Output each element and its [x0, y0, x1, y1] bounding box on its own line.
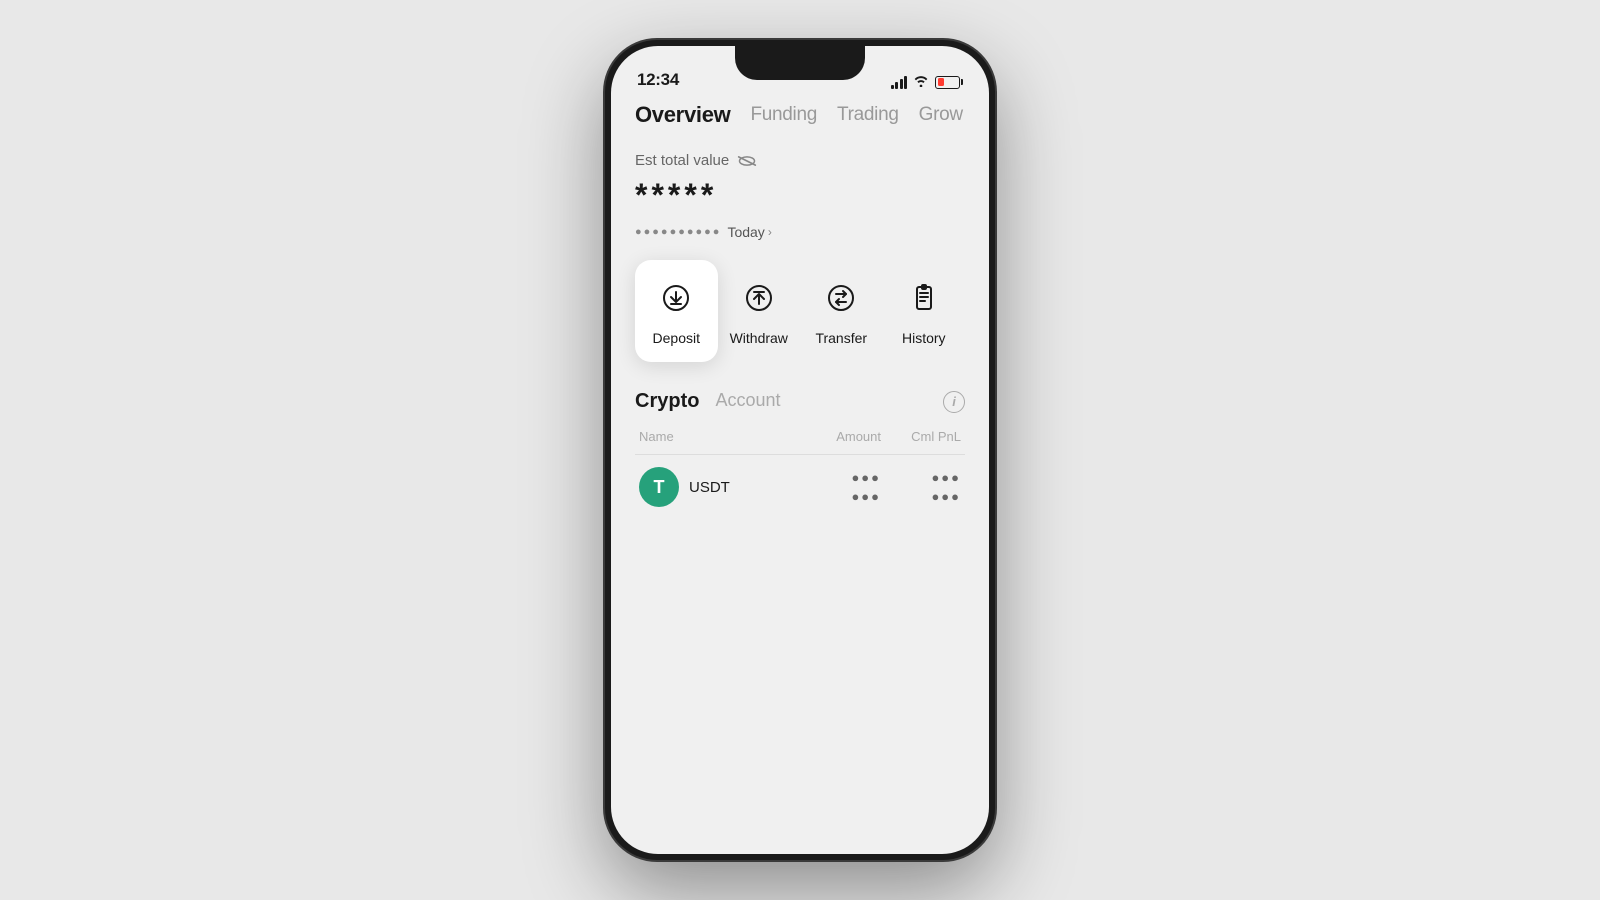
crypto-section: Crypto Account i Name Amount Cml PnL T U… [635, 390, 965, 519]
usdt-pnl-dots: ●●● ●●● [881, 470, 961, 504]
tab-trading[interactable]: Trading [837, 104, 899, 126]
phone-notch [735, 46, 865, 80]
usdt-amount-dots: ●●● ●●● [791, 470, 881, 504]
deposit-button[interactable]: Deposit [635, 260, 718, 362]
tab-crypto[interactable]: Crypto [635, 390, 699, 413]
table-header: Name Amount Cml PnL [635, 429, 965, 455]
withdraw-button[interactable]: Withdraw [718, 260, 801, 362]
est-total-label: Est total value [635, 152, 965, 169]
deposit-label: Deposit [653, 330, 700, 346]
status-time: 12:34 [637, 70, 679, 90]
tab-account[interactable]: Account [715, 390, 780, 413]
col-pnl-header: Cml PnL [881, 429, 961, 444]
tab-funding[interactable]: Funding [750, 104, 817, 126]
history-icon [902, 276, 946, 320]
col-name-header: Name [639, 429, 791, 444]
deposit-icon [654, 276, 698, 320]
today-button[interactable]: Today › [727, 224, 771, 240]
wifi-icon [913, 74, 929, 90]
usdt-name: USDT [689, 479, 730, 496]
withdraw-icon [737, 276, 781, 320]
action-buttons: Deposit Withdraw [635, 260, 965, 362]
transfer-icon [819, 276, 863, 320]
history-button[interactable]: History [883, 260, 966, 362]
signal-icon [891, 76, 908, 89]
table-row[interactable]: T USDT ●●● ●●● ●●● ●●● [635, 455, 965, 519]
tab-overview[interactable]: Overview [635, 102, 730, 128]
transfer-label: Transfer [815, 330, 867, 346]
phone-device: 12:34 [605, 40, 995, 860]
crypto-tab-group: Crypto Account [635, 390, 781, 413]
status-icons [891, 74, 964, 90]
balance-section: Est total value ***** ●●●●●●●●●● Today › [635, 152, 965, 240]
chevron-right-icon: › [768, 225, 772, 239]
crypto-tabs: Crypto Account i [635, 390, 965, 413]
history-label: History [902, 330, 946, 346]
balance-change-row: ●●●●●●●●●● Today › [635, 224, 965, 240]
battery-icon [935, 76, 963, 89]
usdt-icon: T [639, 467, 679, 507]
nav-tabs: Overview Funding Trading Grow [635, 98, 965, 128]
tab-grow[interactable]: Grow [919, 104, 963, 126]
usdt-amount: ●●● ●●● [791, 470, 881, 504]
balance-value: ***** [635, 177, 965, 214]
coin-info: T USDT [639, 467, 791, 507]
transfer-button[interactable]: Transfer [800, 260, 883, 362]
balance-change-dots: ●●●●●●●●●● [635, 226, 721, 238]
withdraw-label: Withdraw [730, 330, 788, 346]
col-amount-header: Amount [791, 429, 881, 444]
usdt-pnl: ●●● ●●● [881, 470, 961, 504]
info-icon[interactable]: i [943, 391, 965, 413]
hide-balance-icon[interactable] [737, 154, 757, 168]
app-content: Overview Funding Trading Grow Est total … [611, 98, 989, 854]
phone-screen: 12:34 [611, 46, 989, 854]
